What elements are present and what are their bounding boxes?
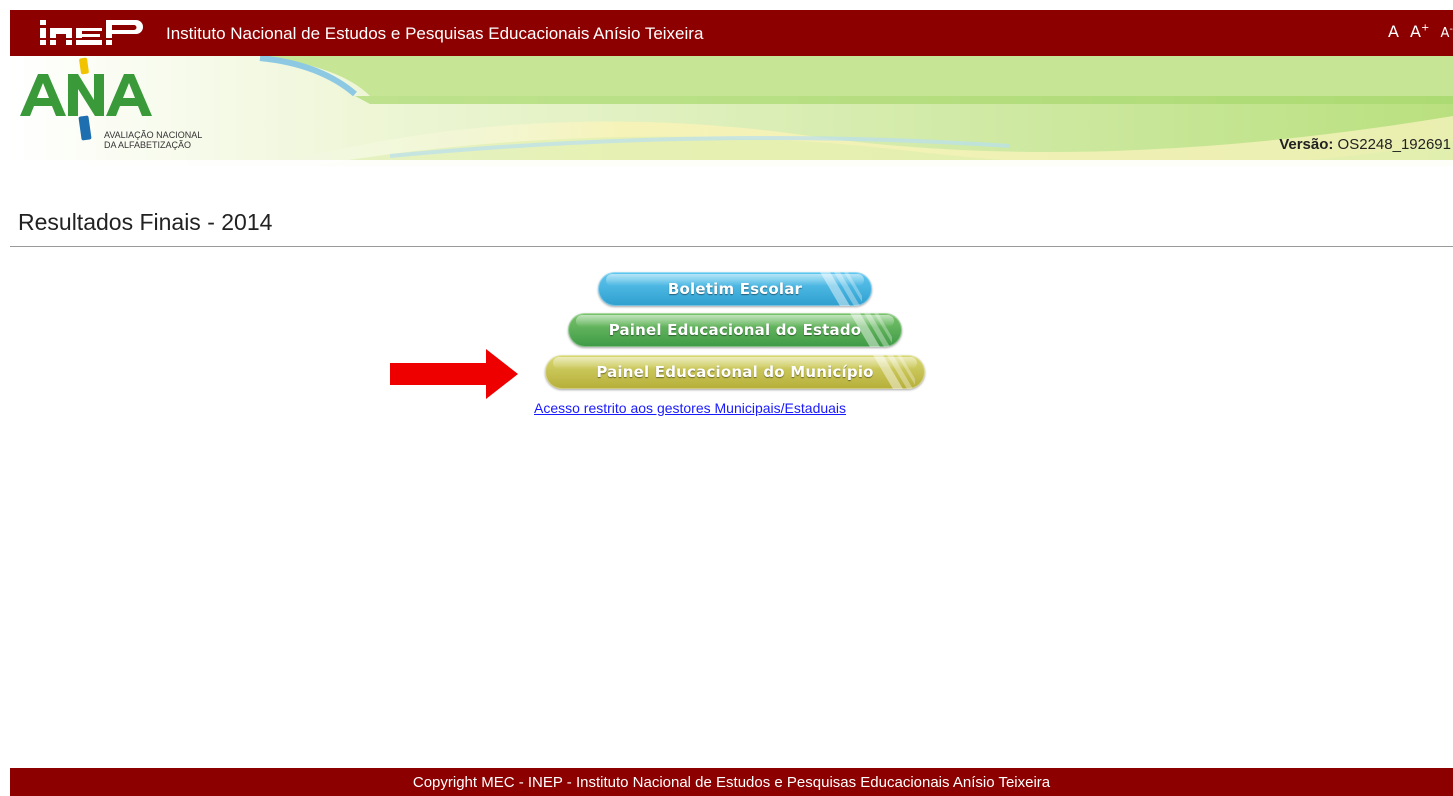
font-increase-button[interactable]: A+	[1410, 22, 1429, 41]
painel-estado-button[interactable]: Painel Educacional do Estado	[568, 313, 902, 347]
painel-estado-label: Painel Educacional do Estado	[608, 321, 862, 339]
top-bar: Instituto Nacional de Estudos e Pesquisa…	[10, 10, 1453, 56]
footer: Copyright MEC - INEP - Instituto Naciona…	[10, 768, 1453, 796]
painel-municipio-label: Painel Educacional do Município	[596, 363, 874, 381]
restricted-access-link[interactable]: Acesso restrito aos gestores Municipais/…	[534, 400, 846, 416]
page-title: Resultados Finais - 2014	[18, 209, 273, 235]
version-value: OS2248_192691	[1333, 136, 1451, 153]
institute-title: Instituto Nacional de Estudos e Pesquisa…	[166, 24, 704, 43]
red-arrow-icon	[390, 349, 518, 399]
boletim-escolar-button[interactable]: Boletim Escolar	[598, 272, 872, 306]
font-decrease-button[interactable]: A-	[1440, 24, 1453, 41]
ana-logo: AVALIAÇÃO NACIONAL DA ALFABETIZAÇÃO	[20, 57, 202, 150]
font-decrease-sign: -	[1449, 23, 1453, 35]
inep-logo	[40, 20, 156, 45]
font-normal-button[interactable]: A	[1388, 22, 1399, 41]
footer-copyright: Copyright MEC - INEP - Instituto Naciona…	[412, 774, 1051, 791]
font-increase-letter: A	[1410, 22, 1421, 41]
ana-subtitle-1: AVALIAÇÃO NACIONAL	[104, 130, 202, 140]
version-label: Versão:	[1279, 136, 1334, 153]
version-info: Versão: OS2248_192691	[1279, 136, 1451, 153]
font-increase-sign: +	[1421, 22, 1430, 34]
boletim-escolar-label: Boletim Escolar	[667, 280, 803, 298]
painel-municipio-button[interactable]: Painel Educacional do Município	[545, 355, 925, 389]
title-divider	[10, 246, 1453, 247]
ana-banner: AVALIAÇÃO NACIONAL DA ALFABETIZAÇÃO Vers…	[10, 56, 1453, 166]
ana-subtitle-2: DA ALFABETIZAÇÃO	[104, 140, 191, 150]
font-size-controls: A A+ A-	[1382, 22, 1453, 41]
